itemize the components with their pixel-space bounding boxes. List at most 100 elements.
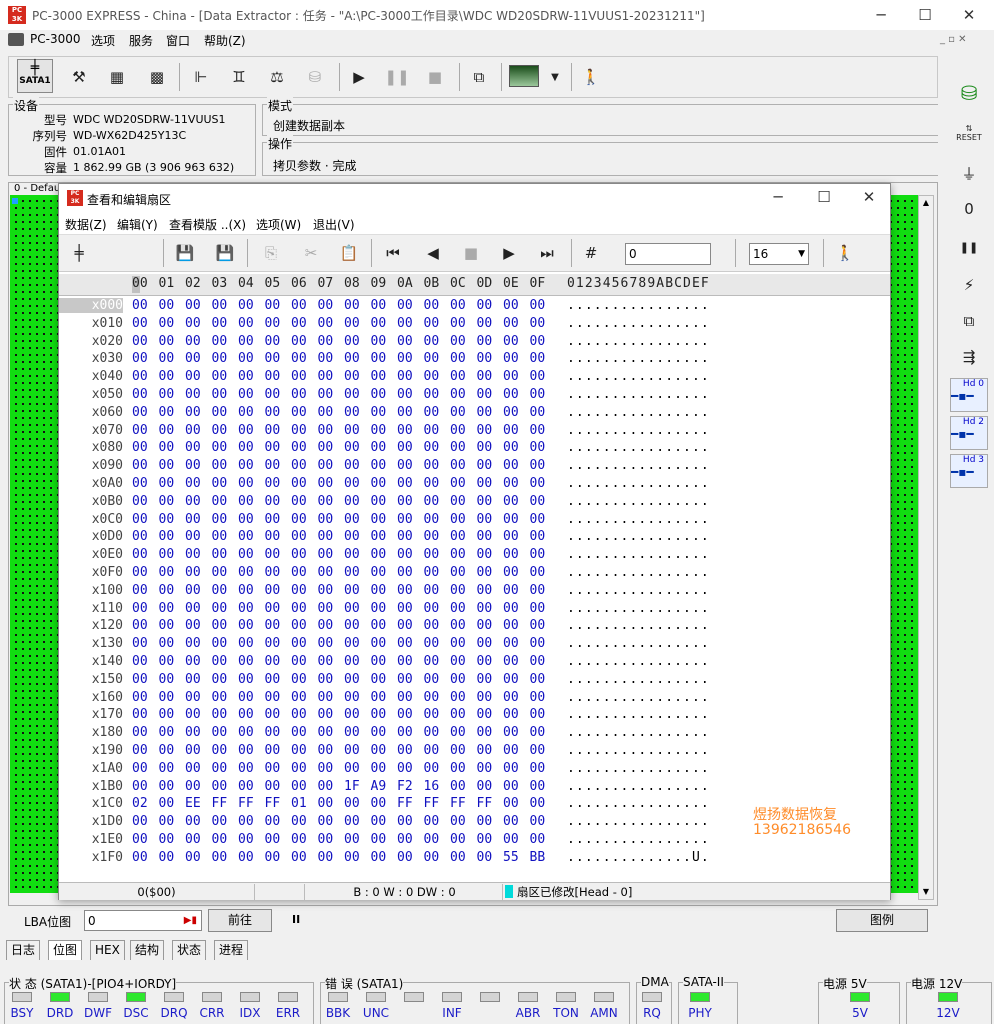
hex-byte[interactable]: 00 — [344, 796, 360, 811]
hex-byte[interactable]: 00 — [132, 743, 148, 758]
hex-byte[interactable]: 00 — [371, 334, 387, 349]
hex-byte[interactable]: 00 — [159, 850, 175, 865]
hex-row-ascii[interactable]: ................ — [567, 832, 710, 847]
hex-byte[interactable]: 00 — [291, 832, 307, 847]
hex-byte[interactable]: 00 — [159, 494, 175, 509]
hex-byte[interactable]: 00 — [424, 440, 440, 455]
hex-byte[interactable]: 00 — [344, 298, 360, 313]
hex-byte[interactable]: 00 — [450, 814, 466, 829]
hex-byte[interactable]: 00 — [212, 565, 228, 580]
hex-byte[interactable]: 00 — [238, 636, 254, 651]
next-sector-icon[interactable]: ▶ — [493, 237, 525, 269]
hex-byte[interactable]: 00 — [132, 529, 148, 544]
hex-byte[interactable]: 00 — [159, 618, 175, 633]
hex-byte[interactable]: 00 — [159, 547, 175, 562]
hex-byte[interactable]: 02 — [132, 796, 148, 811]
columns-select[interactable]: 16 ▼ — [749, 243, 809, 265]
hex-byte[interactable]: 00 — [477, 672, 493, 687]
hex-byte[interactable]: 00 — [477, 529, 493, 544]
hex-byte[interactable]: 00 — [503, 351, 519, 366]
hex-byte[interactable]: 00 — [212, 725, 228, 740]
hex-byte[interactable]: 00 — [318, 601, 334, 616]
hex-byte[interactable]: 00 — [185, 547, 201, 562]
hex-byte[interactable]: 00 — [477, 690, 493, 705]
hex-byte[interactable]: 00 — [185, 690, 201, 705]
hex-byte[interactable]: 00 — [132, 476, 148, 491]
goto-button[interactable]: 前往 — [208, 909, 272, 932]
hex-byte[interactable]: 00 — [371, 796, 387, 811]
hex-byte[interactable]: 00 — [132, 707, 148, 722]
hex-byte[interactable]: 00 — [477, 494, 493, 509]
hex-byte[interactable]: 00 — [318, 618, 334, 633]
copy-close-icon[interactable]: ⧉ — [952, 306, 986, 336]
hex-byte[interactable]: 00 — [238, 654, 254, 669]
hex-byte[interactable]: 00 — [238, 529, 254, 544]
hex-row-ascii[interactable]: ................ — [567, 618, 710, 633]
hex-byte[interactable]: 00 — [530, 405, 546, 420]
hex-byte[interactable]: 00 — [477, 405, 493, 420]
hex-byte[interactable]: 00 — [159, 832, 175, 847]
hex-byte[interactable]: 00 — [371, 405, 387, 420]
hex-byte[interactable]: 00 — [503, 458, 519, 473]
hex-byte[interactable]: 00 — [450, 601, 466, 616]
hex-byte[interactable]: 00 — [265, 743, 281, 758]
hex-byte[interactable]: 00 — [450, 743, 466, 758]
hex-row-ascii[interactable]: ................ — [567, 423, 710, 438]
hex-byte[interactable]: 00 — [450, 458, 466, 473]
hex-byte[interactable]: 00 — [371, 672, 387, 687]
hex-byte[interactable]: 00 — [450, 850, 466, 865]
hex-byte[interactable]: 00 — [238, 387, 254, 402]
hex-byte[interactable]: 00 — [212, 298, 228, 313]
hex-byte[interactable]: 00 — [503, 725, 519, 740]
hex-byte[interactable]: 00 — [344, 725, 360, 740]
hex-byte[interactable]: 00 — [344, 832, 360, 847]
hex-byte[interactable]: 00 — [159, 690, 175, 705]
hex-byte[interactable]: 00 — [291, 672, 307, 687]
hex-byte[interactable]: 00 — [185, 832, 201, 847]
hex-byte[interactable]: 55 — [503, 850, 519, 865]
menu-options[interactable]: 选项 — [91, 32, 115, 49]
hex-row-ascii[interactable]: ................ — [567, 761, 710, 776]
hex-byte[interactable]: 00 — [530, 779, 546, 794]
hex-byte[interactable]: FF — [477, 796, 493, 811]
maximize-button[interactable]: ☐ — [910, 4, 940, 26]
scroll-down-icon[interactable]: ▼ — [919, 885, 933, 899]
hex-byte[interactable]: 00 — [238, 476, 254, 491]
hex-byte[interactable]: 00 — [371, 458, 387, 473]
hex-byte[interactable]: 00 — [371, 601, 387, 616]
hex-byte[interactable]: 00 — [265, 423, 281, 438]
hex-byte[interactable]: 00 — [424, 761, 440, 776]
hex-byte[interactable]: 00 — [371, 512, 387, 527]
hex-byte[interactable]: 00 — [132, 618, 148, 633]
hex-byte[interactable]: 00 — [397, 458, 413, 473]
tab-status[interactable]: 状态 — [172, 940, 207, 960]
hex-byte[interactable]: 00 — [212, 387, 228, 402]
hex-byte[interactable]: 00 — [212, 690, 228, 705]
hex-byte[interactable]: 00 — [503, 707, 519, 722]
hex-byte[interactable]: 00 — [132, 440, 148, 455]
hex-row-ascii[interactable]: ................ — [567, 814, 710, 829]
hex-byte[interactable]: 00 — [212, 529, 228, 544]
hex-byte[interactable]: 00 — [503, 690, 519, 705]
hex-byte[interactable]: 00 — [132, 405, 148, 420]
hex-byte[interactable]: 00 — [503, 565, 519, 580]
play-icon[interactable]: ▶ — [343, 61, 375, 93]
hex-byte[interactable]: 00 — [159, 565, 175, 580]
hex-byte[interactable]: 00 — [503, 743, 519, 758]
pause-icon[interactable]: ❚❚ — [952, 232, 986, 262]
hex-byte[interactable]: 00 — [344, 405, 360, 420]
hex-byte[interactable]: 00 — [291, 405, 307, 420]
reset-button[interactable]: ⇅ RESET — [952, 118, 986, 148]
hex-byte[interactable]: 00 — [450, 547, 466, 562]
hex-byte[interactable]: 00 — [503, 583, 519, 598]
hex-byte[interactable]: 00 — [477, 707, 493, 722]
hex-byte[interactable]: 00 — [185, 601, 201, 616]
hex-byte[interactable]: 00 — [265, 458, 281, 473]
hex-byte[interactable]: 00 — [371, 850, 387, 865]
monitor-image-icon[interactable] — [509, 65, 539, 87]
hex-byte[interactable]: 00 — [318, 494, 334, 509]
hex-byte[interactable]: 00 — [238, 316, 254, 331]
hex-byte[interactable]: 00 — [238, 761, 254, 776]
hex-row-ascii[interactable]: ................ — [567, 369, 710, 384]
hex-byte[interactable]: 00 — [212, 351, 228, 366]
